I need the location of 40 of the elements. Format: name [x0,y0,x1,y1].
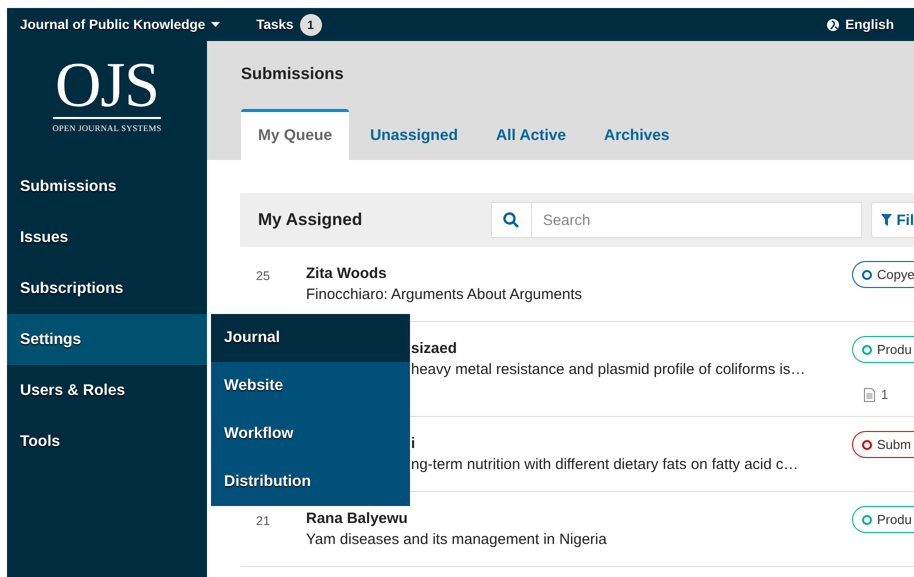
filter-icon [880,214,892,226]
search-button[interactable] [490,202,532,238]
file-count: 1 [881,387,888,402]
sidebar-item[interactable]: Users & Roles [7,365,207,416]
tab[interactable]: Unassigned [353,109,475,160]
sidebar-item[interactable]: Submissions [7,161,207,212]
page-title: Submissions [241,65,345,84]
sidebar-item[interactable]: Issues [7,212,207,263]
stage-badge: Subm [852,431,914,458]
logo: OJS OPEN JOURNAL SYSTEMS [51,48,163,135]
author-name: i [411,435,416,452]
stage-badge: Produ [852,336,914,363]
sidebar-item[interactable]: Settings [7,314,207,365]
sidebar-item[interactable]: Tools [7,416,207,467]
language-menu[interactable]: English [827,17,894,32]
tasks-count: 1 [300,14,322,36]
submission-id: 25 [256,268,271,285]
search-field[interactable]: Search [532,202,862,238]
tab[interactable]: My Queue [241,109,350,160]
submission-title: heavy metal resistance and plasmid profile of coliforms is… [411,361,806,378]
submenu-item[interactable]: Journal [211,314,410,362]
tab[interactable]: Archives [587,109,686,160]
sidebar-item[interactable]: Subscriptions [7,263,207,314]
author-name: Rana Balyewu [306,510,409,527]
tasks-link[interactable]: Tasks 1 [256,14,322,36]
filter-button[interactable]: Fil [870,202,914,238]
submission-title: Finocchiaro: Arguments About Arguments [306,286,583,303]
stage-badge: Copye [852,261,914,288]
list-title: My Assigned [258,210,364,230]
submission-id: 21 [256,513,271,530]
journal-menu[interactable]: Journal of Public Knowledge [20,17,220,32]
author-name: sizaed [411,340,458,357]
stage-badge: Produ [852,506,914,533]
tab[interactable]: All Active [478,109,583,160]
submission-title: ng-term nutrition with different dietary fats on fatty acid c… [411,456,800,473]
file-icon [864,388,875,402]
submission-title: Yam diseases and its management in Nigeria [306,531,608,548]
caret-icon [211,22,220,28]
search-icon [503,212,520,228]
author-name: Zita Woods [306,265,388,282]
